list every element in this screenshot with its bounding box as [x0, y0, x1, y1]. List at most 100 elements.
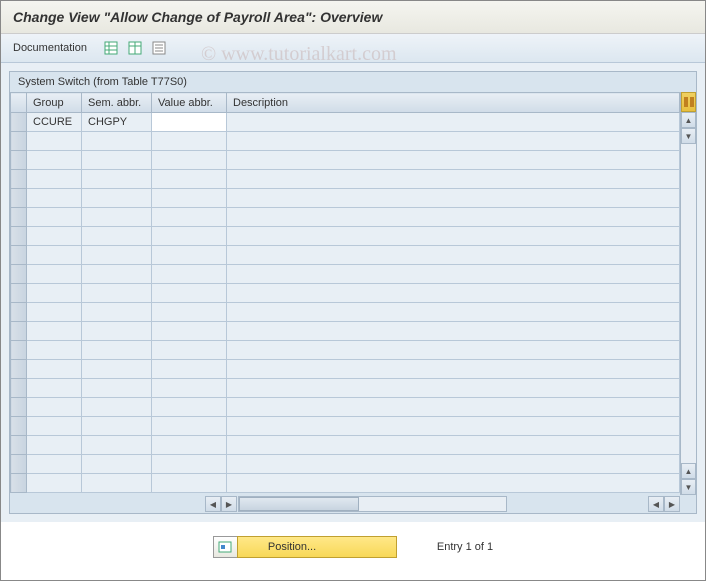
cell-value-abbr[interactable]: [152, 474, 227, 493]
cell-description[interactable]: [227, 417, 680, 436]
row-selector[interactable]: [11, 455, 27, 474]
cell-value-abbr[interactable]: [152, 227, 227, 246]
cell-group[interactable]: [27, 170, 82, 189]
cell-value-abbr[interactable]: [152, 455, 227, 474]
cell-value-abbr[interactable]: [152, 417, 227, 436]
cell-group[interactable]: [27, 151, 82, 170]
vscroll-track[interactable]: [681, 144, 696, 463]
cell-description[interactable]: [227, 189, 680, 208]
documentation-label[interactable]: Documentation: [13, 42, 87, 54]
cell-description[interactable]: [227, 113, 680, 132]
cell-sem-abbr[interactable]: [82, 208, 152, 227]
row-selector[interactable]: [11, 303, 27, 322]
row-selector[interactable]: [11, 341, 27, 360]
cell-sem-abbr[interactable]: [82, 455, 152, 474]
cell-value-abbr[interactable]: [152, 208, 227, 227]
row-selector[interactable]: [11, 360, 27, 379]
cell-value-abbr[interactable]: [152, 341, 227, 360]
cell-description[interactable]: [227, 379, 680, 398]
list-icon[interactable]: [151, 40, 167, 56]
column-header-value-abbr[interactable]: Value abbr.: [152, 93, 227, 113]
row-selector[interactable]: [11, 474, 27, 493]
cell-sem-abbr[interactable]: [82, 398, 152, 417]
cell-value-abbr[interactable]: [152, 322, 227, 341]
cell-group[interactable]: [27, 398, 82, 417]
position-icon[interactable]: [213, 536, 237, 558]
cell-value-abbr[interactable]: [152, 436, 227, 455]
cell-value-abbr[interactable]: [152, 151, 227, 170]
cell-value-abbr[interactable]: [152, 132, 227, 151]
row-selector[interactable]: [11, 265, 27, 284]
cell-description[interactable]: [227, 360, 680, 379]
cell-group[interactable]: [27, 208, 82, 227]
cell-sem-abbr[interactable]: [82, 417, 152, 436]
cell-group[interactable]: [27, 246, 82, 265]
row-selector[interactable]: [11, 170, 27, 189]
cell-sem-abbr[interactable]: [82, 265, 152, 284]
scroll-up-end-button[interactable]: ▲: [681, 463, 696, 479]
row-selector[interactable]: [11, 379, 27, 398]
cell-group[interactable]: [27, 265, 82, 284]
cell-value-abbr[interactable]: [152, 303, 227, 322]
cell-group[interactable]: [27, 474, 82, 493]
scroll-right-end-button[interactable]: ▶: [664, 496, 680, 512]
row-selector[interactable]: [11, 398, 27, 417]
cell-sem-abbr[interactable]: [82, 322, 152, 341]
hscroll-track[interactable]: [238, 496, 507, 512]
row-selector[interactable]: [11, 132, 27, 151]
cell-sem-abbr[interactable]: [82, 341, 152, 360]
cell-group[interactable]: [27, 284, 82, 303]
cell-group[interactable]: [27, 417, 82, 436]
hscroll-thumb[interactable]: [239, 497, 359, 511]
scroll-down-end-button[interactable]: ▼: [681, 479, 696, 495]
column-header-description[interactable]: Description: [227, 93, 680, 113]
table-settings-icon[interactable]: [127, 40, 143, 56]
row-selector[interactable]: [11, 284, 27, 303]
cell-description[interactable]: [227, 151, 680, 170]
cell-sem-abbr[interactable]: [82, 303, 152, 322]
cell-sem-abbr[interactable]: [82, 379, 152, 398]
cell-group[interactable]: [27, 132, 82, 151]
row-selector[interactable]: [11, 436, 27, 455]
row-selector[interactable]: [11, 417, 27, 436]
cell-value-abbr[interactable]: [152, 398, 227, 417]
column-header-sem-abbr[interactable]: Sem. abbr.: [82, 93, 152, 113]
cell-description[interactable]: [227, 398, 680, 417]
cell-sem-abbr[interactable]: [82, 189, 152, 208]
cell-group[interactable]: [27, 303, 82, 322]
scroll-left-start-button[interactable]: ◀: [205, 496, 221, 512]
scroll-right-step-button[interactable]: ▶: [221, 496, 237, 512]
cell-sem-abbr[interactable]: [82, 132, 152, 151]
cell-description[interactable]: [227, 284, 680, 303]
cell-description[interactable]: [227, 227, 680, 246]
table-view-icon[interactable]: [103, 40, 119, 56]
row-selector[interactable]: [11, 189, 27, 208]
row-selector[interactable]: [11, 208, 27, 227]
cell-sem-abbr[interactable]: [82, 246, 152, 265]
cell-description[interactable]: [227, 455, 680, 474]
cell-value-abbr[interactable]: [152, 113, 227, 132]
cell-value-abbr[interactable]: [152, 265, 227, 284]
cell-sem-abbr[interactable]: [82, 170, 152, 189]
cell-group[interactable]: [27, 379, 82, 398]
cell-value-abbr[interactable]: [152, 284, 227, 303]
cell-sem-abbr[interactable]: [82, 151, 152, 170]
cell-group[interactable]: [27, 360, 82, 379]
configure-columns-icon[interactable]: [681, 92, 696, 112]
cell-description[interactable]: [227, 303, 680, 322]
cell-sem-abbr[interactable]: [82, 436, 152, 455]
cell-description[interactable]: [227, 265, 680, 284]
cell-description[interactable]: [227, 322, 680, 341]
position-button[interactable]: Position...: [237, 536, 397, 558]
cell-value-abbr[interactable]: [152, 189, 227, 208]
cell-group[interactable]: [27, 436, 82, 455]
cell-description[interactable]: [227, 436, 680, 455]
cell-sem-abbr[interactable]: CHGPY: [82, 113, 152, 132]
cell-sem-abbr[interactable]: [82, 474, 152, 493]
cell-value-abbr[interactable]: [152, 360, 227, 379]
cell-group[interactable]: [27, 455, 82, 474]
cell-description[interactable]: [227, 132, 680, 151]
cell-value-abbr[interactable]: [152, 246, 227, 265]
scroll-down-button[interactable]: ▼: [681, 128, 696, 144]
row-selector[interactable]: [11, 227, 27, 246]
